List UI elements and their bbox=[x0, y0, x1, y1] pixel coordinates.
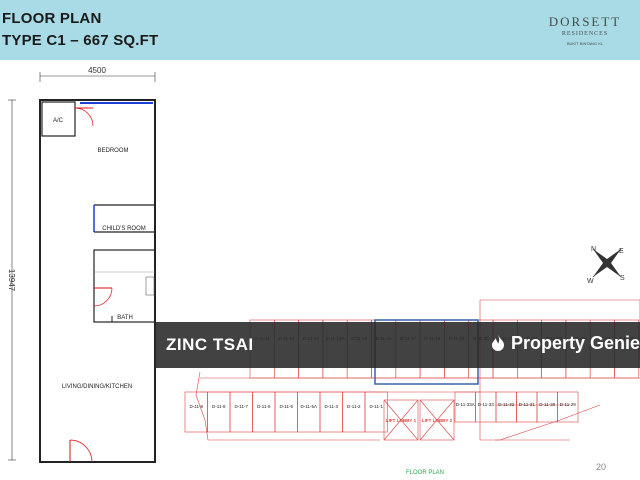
unit-box bbox=[495, 391, 517, 423]
unit-box bbox=[536, 391, 558, 423]
unit-box bbox=[207, 391, 231, 433]
compass-w: W bbox=[587, 278, 594, 285]
width-dimension: 4500 bbox=[88, 66, 106, 75]
room-living: LIVING/DINING/KITCHEN bbox=[62, 384, 132, 390]
unit-label: D-11-2 bbox=[347, 404, 361, 409]
unit-label: D-11-33 bbox=[478, 402, 494, 407]
room-childs: CHILD'S ROOM bbox=[102, 226, 145, 232]
watermark-brand: Property Genie bbox=[491, 333, 640, 354]
room-bedroom: BEDROOM bbox=[97, 148, 128, 154]
unit-box bbox=[557, 391, 579, 423]
unit-box bbox=[319, 391, 343, 433]
unit-box bbox=[475, 391, 497, 423]
compass-e: E bbox=[619, 248, 624, 255]
watermark-brand-text: Property Genie bbox=[510, 333, 640, 353]
unit-label: D-11-32 bbox=[498, 402, 514, 407]
unit-label: D-11-31 bbox=[519, 402, 535, 407]
unit-label: D-11-29 bbox=[560, 402, 576, 407]
compass-icon: N E S W bbox=[587, 246, 625, 285]
unit-label: D-11-6 bbox=[257, 404, 271, 409]
lower-unit-row: D-11-9 D-11-8 D-11-7 D-11-6 D-11-5 D-11-5A D-1… bbox=[184, 391, 579, 433]
room-bath: BATH bbox=[117, 315, 133, 321]
unit-label: D-11-5A bbox=[301, 404, 317, 409]
unit-label: D-11-1 bbox=[370, 404, 384, 409]
unit-label: D-11-5 bbox=[280, 404, 294, 409]
unit-box bbox=[229, 391, 253, 433]
unit-box bbox=[297, 391, 321, 433]
unit-box bbox=[184, 391, 208, 433]
unit-box bbox=[252, 391, 276, 433]
unit-box bbox=[342, 391, 366, 433]
unit-box bbox=[516, 391, 538, 423]
unit-label: D-11-3 bbox=[325, 404, 339, 409]
unit-label: D-11-7 bbox=[235, 404, 249, 409]
page-number: 20 bbox=[596, 462, 607, 472]
unit-label: D-11-9 bbox=[190, 404, 204, 409]
height-dimension: 13947 bbox=[7, 269, 16, 292]
floor-plan-caption: FLOOR PLAN bbox=[406, 470, 445, 476]
watermark-banner: ZINC TSAI Property Genie bbox=[155, 322, 640, 368]
unit-label: D-11-33A bbox=[456, 402, 475, 407]
lift-lobby-1: LIFT LOBBY 1 bbox=[386, 418, 417, 423]
unit-box bbox=[274, 391, 298, 433]
flame-icon bbox=[491, 335, 504, 351]
compass-s: S bbox=[620, 275, 625, 282]
unit-box bbox=[454, 391, 476, 423]
lift-lobby-2: LIFT LOBBY 2 bbox=[422, 418, 453, 423]
unit-floor-plan: 4500 13947 A/C BEDROOM CHILD'S ROOM BATH… bbox=[7, 66, 640, 463]
unit-label: D-11-8 bbox=[212, 404, 226, 409]
unit-label: D-11-30 bbox=[539, 402, 555, 407]
compass-n: N bbox=[591, 246, 596, 253]
watermark-agent: ZINC TSAI bbox=[166, 335, 254, 354]
room-ac: A/C bbox=[53, 118, 64, 124]
